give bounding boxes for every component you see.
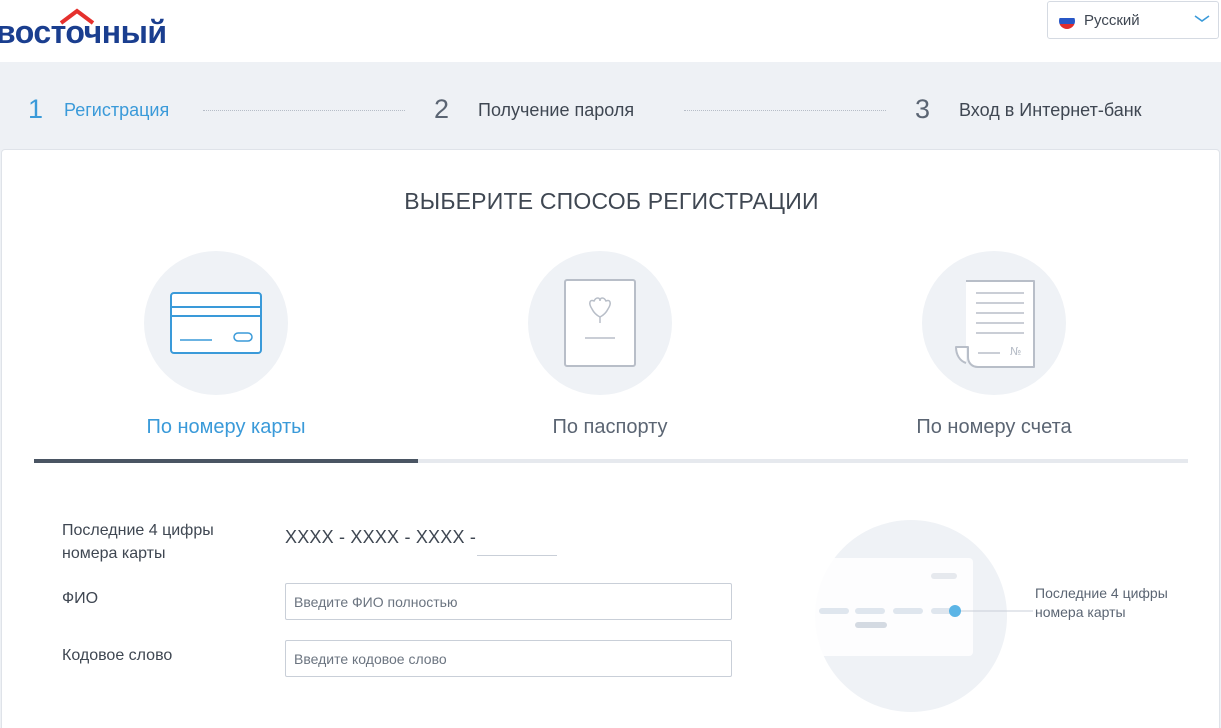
method-label: По паспорту — [552, 416, 668, 438]
passport-icon — [564, 279, 636, 367]
step-divider — [203, 110, 405, 111]
account-statement-icon: № — [955, 280, 1035, 368]
card-last-digits-input[interactable] — [477, 524, 557, 556]
language-label: Русский — [1084, 12, 1140, 29]
method-label: По номеру карты — [146, 416, 306, 438]
codeword-input[interactable] — [285, 640, 732, 677]
step-label: Вход в Интернет-банк — [959, 100, 1142, 120]
language-select[interactable]: Русский — [1047, 1, 1219, 39]
fio-label: ФИО — [62, 590, 99, 607]
method-tab-active-indicator — [34, 459, 418, 463]
step-label: Регистрация — [64, 100, 170, 120]
registration-panel: ВЫБЕРИТЕ СПОСОБ РЕГИСТРАЦИИ По номеру ка… — [1, 149, 1220, 728]
russia-flag-icon — [1059, 13, 1075, 29]
chevron-down-icon — [1194, 15, 1210, 22]
card-number-mask: XXXX - XXXX - XXXX - — [285, 527, 477, 547]
method-icon-circle — [144, 251, 288, 395]
step-divider — [684, 110, 886, 111]
method-icon-circle: № — [922, 251, 1066, 395]
top-header: восточный Русский — [0, 0, 1221, 62]
method-icon-circle — [528, 251, 672, 395]
registration-steps: 1 Регистрация 2 Получение пароля 3 Вход … — [0, 62, 1221, 152]
step-label: Получение пароля — [478, 100, 635, 120]
step-number: 1 — [28, 94, 44, 124]
card-hint-text: Последние 4 цифры номера карты — [1035, 585, 1168, 620]
credit-card-icon — [170, 292, 262, 354]
brand-name: восточный — [0, 14, 167, 50]
card-hint-illustration — [815, 520, 1033, 712]
method-account-number[interactable]: № По номеру счета — [802, 250, 1186, 463]
step-number: 2 — [434, 94, 450, 124]
method-passport[interactable]: По паспорту — [418, 250, 802, 463]
svg-text:№: № — [1010, 345, 1021, 358]
method-label: По номеру счета — [916, 416, 1072, 438]
step-number: 3 — [915, 94, 931, 124]
card-digits-label: Последние 4 цифры номера карты — [62, 522, 214, 562]
method-card-number[interactable]: По номеру карты — [34, 250, 418, 463]
page-title: ВЫБЕРИТЕ СПОСОБ РЕГИСТРАЦИИ — [404, 188, 819, 214]
codeword-label: Кодовое слово — [62, 647, 173, 664]
fio-input[interactable] — [285, 583, 732, 620]
